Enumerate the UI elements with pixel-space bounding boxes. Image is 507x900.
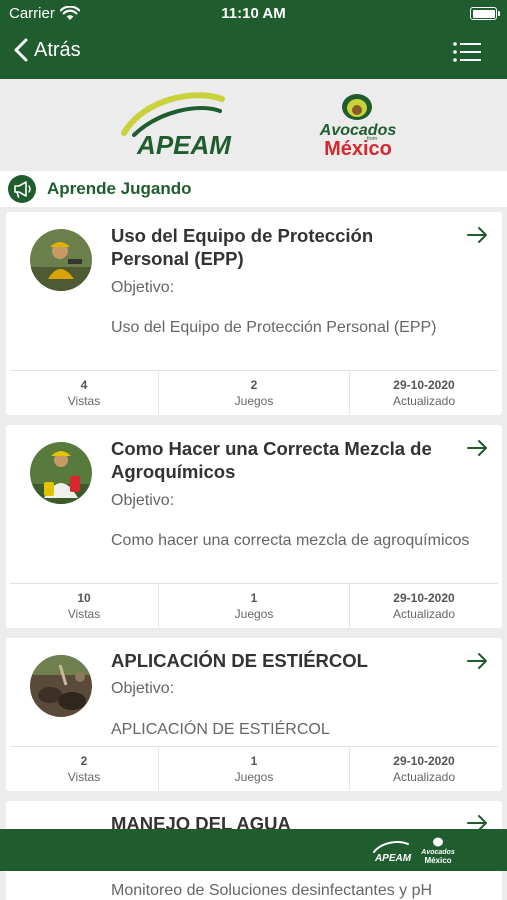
stat-views: 10 Vistas bbox=[10, 584, 159, 627]
logo-banner: APEAM Avocados from México bbox=[0, 79, 507, 171]
course-stats: 10 Vistas 1 Juegos 29-10-2020 Actualizad… bbox=[10, 583, 498, 627]
views-caption: Vistas bbox=[67, 769, 101, 784]
status-time: 11:10 AM bbox=[221, 5, 286, 22]
section-header: Aprende Jugando bbox=[0, 171, 507, 207]
objective-label: Objetivo: bbox=[111, 492, 175, 509]
views-caption: Vistas bbox=[67, 393, 101, 408]
bottom-brand-bar: APEAM Avocados México bbox=[0, 829, 507, 871]
games-caption: Juegos bbox=[234, 769, 274, 784]
course-objective: Uso del Equipo de Protección Personal (E… bbox=[111, 319, 437, 336]
manure-application-photo bbox=[30, 655, 92, 717]
course-card[interactable]: Como Hacer una Correcta Mezcla de Agroqu… bbox=[6, 425, 502, 628]
svg-text:APEAM: APEAM bbox=[136, 130, 232, 160]
course-title: Uso del Equipo de Protección Personal (E… bbox=[111, 225, 374, 269]
stat-updated: 29-10-2020 Actualizado bbox=[350, 371, 498, 414]
updated-caption: Actualizado bbox=[392, 393, 456, 408]
updated-date: 29-10-2020 bbox=[393, 753, 455, 768]
games-caption: Juegos bbox=[234, 393, 274, 408]
apeam-footer-logo: APEAM bbox=[373, 841, 412, 864]
svg-text:Avocados: Avocados bbox=[420, 849, 455, 856]
objective-label: Objetivo: bbox=[111, 680, 175, 697]
stat-games: 1 Juegos bbox=[159, 584, 350, 627]
navigation-bar: Carrier 11:10 AM Atrás bbox=[0, 0, 507, 79]
updated-caption: Actualizado bbox=[392, 769, 456, 784]
updated-date: 29-10-2020 bbox=[393, 377, 455, 392]
updated-caption: Actualizado bbox=[392, 606, 456, 621]
course-card[interactable]: Uso del Equipo de Protección Personal (E… bbox=[6, 212, 502, 415]
section-title: Aprende Jugando bbox=[47, 179, 192, 198]
course-title: Como Hacer una Correcta Mezcla de Agroqu… bbox=[111, 438, 432, 482]
battery-icon bbox=[470, 7, 500, 20]
course-objective: Como hacer una correcta mezcla de agroqu… bbox=[111, 532, 470, 549]
course-stats: 4 Vistas 2 Juegos 29-10-2020 Actualizado bbox=[10, 370, 498, 414]
stat-views: 4 Vistas bbox=[10, 371, 159, 414]
stat-games: 2 Juegos bbox=[159, 371, 350, 414]
games-caption: Juegos bbox=[234, 606, 274, 621]
views-count: 2 bbox=[80, 753, 88, 768]
course-avatar bbox=[30, 229, 92, 291]
avocados-from-mexico-logo: Avocados from México bbox=[319, 94, 397, 160]
views-count: 10 bbox=[77, 590, 91, 605]
back-label: Atrás bbox=[34, 38, 81, 61]
arrow-right-icon[interactable] bbox=[466, 652, 488, 670]
games-count: 1 bbox=[250, 590, 258, 605]
views-count: 4 bbox=[80, 377, 88, 392]
stat-games: 1 Juegos bbox=[159, 747, 350, 790]
arrow-right-icon[interactable] bbox=[466, 226, 488, 244]
list-menu-icon[interactable] bbox=[453, 42, 481, 62]
course-stats: 2 Vistas 1 Juegos 29-10-2020 Actualizado bbox=[10, 746, 498, 790]
agrochemical-mixing-photo bbox=[30, 442, 92, 504]
objective-label: Objetivo: bbox=[111, 279, 175, 296]
worker-ppe-photo bbox=[30, 229, 92, 291]
stat-views: 2 Vistas bbox=[10, 747, 159, 790]
course-objective-partial: Monitoreo de Soluciones desinfectantes y… bbox=[111, 882, 433, 899]
chevron-left-icon bbox=[14, 38, 28, 62]
status-bar: Carrier 11:10 AM bbox=[0, 0, 507, 28]
svg-text:México: México bbox=[424, 856, 451, 865]
course-avatar bbox=[30, 655, 92, 717]
views-caption: Vistas bbox=[67, 606, 101, 621]
apeam-logo: APEAM bbox=[121, 92, 232, 160]
back-button[interactable]: Atrás bbox=[14, 38, 81, 62]
megaphone-icon bbox=[8, 175, 36, 203]
games-count: 2 bbox=[250, 377, 258, 392]
arrow-right-icon[interactable] bbox=[466, 439, 488, 457]
course-avatar bbox=[30, 442, 92, 504]
svg-text:México: México bbox=[324, 138, 392, 160]
stat-updated: 29-10-2020 Actualizado bbox=[350, 747, 498, 790]
svg-text:APEAM: APEAM bbox=[374, 853, 412, 864]
course-card[interactable]: APLICACIÓN DE ESTIÉRCOL Objetivo: APLICA… bbox=[6, 638, 502, 791]
svg-text:Avocados: Avocados bbox=[319, 122, 397, 139]
games-count: 1 bbox=[250, 753, 258, 768]
course-title: APLICACIÓN DE ESTIÉRCOL bbox=[111, 650, 368, 671]
course-objective: APLICACIÓN DE ESTIÉRCOL bbox=[111, 721, 330, 738]
updated-date: 29-10-2020 bbox=[393, 590, 455, 605]
stat-updated: 29-10-2020 Actualizado bbox=[350, 584, 498, 627]
avocados-footer-logo: Avocados México bbox=[420, 837, 455, 865]
